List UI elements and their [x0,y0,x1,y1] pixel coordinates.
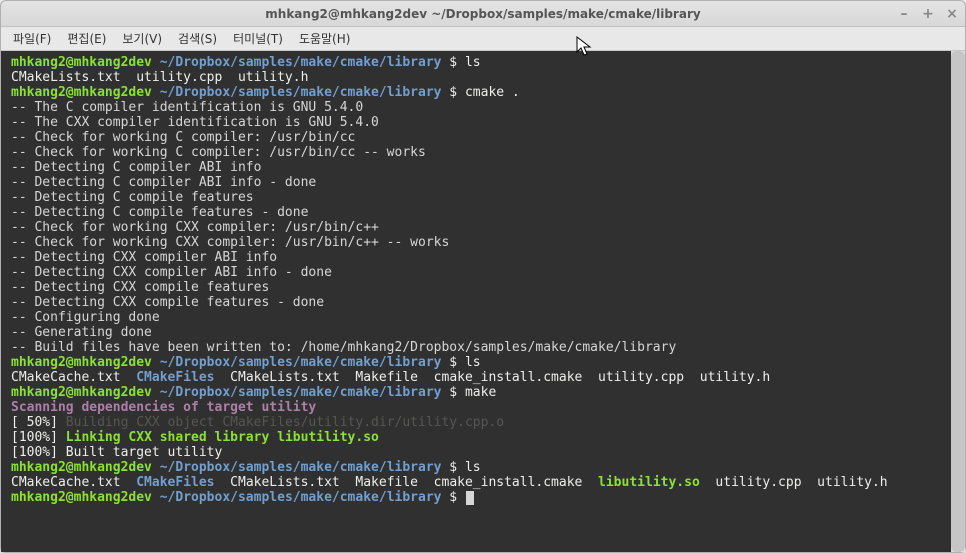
ls2-dir: CMakeFiles [136,370,214,385]
prompt-user: mhkang2@mhkang2dev [11,460,152,475]
prompt-user: mhkang2@mhkang2dev [11,55,152,70]
prompt-path: ~/Dropbox/samples/make/cmake/library [160,490,442,505]
cmake-line: -- Detecting CXX compile features - done [11,295,324,310]
terminal-cursor [466,491,474,505]
cmake-line: -- Detecting CXX compiler ABI info [11,250,277,265]
prompt-sep: $ [441,490,464,505]
minimize-button[interactable]: – [897,7,911,21]
cmake-line: -- Detecting CXX compiler ABI info - don… [11,265,332,280]
prompt-sep: $ [441,460,464,475]
ls3-pre: CMakeCache.txt [11,475,136,490]
cmake-line: -- Detecting CXX compile features [11,280,269,295]
terminal-area[interactable]: mhkang2@mhkang2dev ~/Dropbox/samples/mak… [1,51,951,552]
ls3-dir: CMakeFiles [136,475,214,490]
prompt-sep: $ [441,355,464,370]
cmake-line: -- Generating done [11,325,152,340]
cmd-make: make [465,385,496,400]
window-controls: – + × [897,1,959,27]
prompt-user: mhkang2@mhkang2dev [11,490,152,505]
prompt-path: ~/Dropbox/samples/make/cmake/library [160,460,442,475]
make-scan: Scanning dependencies of target utility [11,400,316,415]
cmake-line: -- Detecting C compiler ABI info - done [11,175,316,190]
cmake-line: -- The CXX compiler identification is GN… [11,115,379,130]
make-50-pfx: [ 50%] [11,415,66,430]
make-100a-pfx: [100%] [11,430,66,445]
ls3-post: utility.cpp utility.h [700,475,888,490]
ls1-output: CMakeLists.txt utility.cpp utility.h [11,70,308,85]
close-button[interactable]: × [945,7,959,21]
terminal-area-wrap: mhkang2@mhkang2dev ~/Dropbox/samples/mak… [1,51,965,552]
cmake-line: -- Check for working C compiler: /usr/bi… [11,130,355,145]
window-title: mhkang2@mhkang2dev ~/Dropbox/samples/mak… [265,7,700,21]
cmd-cmake: cmake . [465,85,520,100]
prompt-sep: $ [441,385,464,400]
cmd-ls3: ls [465,460,481,475]
menu-help[interactable]: 도움말(H) [293,28,357,49]
cmd-ls2: ls [465,355,481,370]
cmake-line: -- Check for working CXX compiler: /usr/… [11,235,449,250]
cmake-line: -- Detecting C compile features [11,190,254,205]
scrollbar-thumb[interactable] [951,51,965,552]
cmake-line: -- Build files have been written to: /ho… [11,340,676,355]
cmake-line: -- Configuring done [11,310,160,325]
cmake-line: -- Check for working CXX compiler: /usr/… [11,220,379,235]
prompt-user: mhkang2@mhkang2dev [11,355,152,370]
menu-search[interactable]: 검색(S) [172,28,223,49]
scrollbar[interactable] [951,51,965,552]
ls3-lib: libutility.so [598,475,700,490]
prompt-sep: $ [441,55,464,70]
cmake-line: -- Detecting C compile features - done [11,205,308,220]
ls2-pre: CMakeCache.txt [11,370,136,385]
prompt-path: ~/Dropbox/samples/make/cmake/library [160,55,442,70]
menu-terminal[interactable]: 터미널(T) [227,28,289,49]
menu-view[interactable]: 보기(V) [116,28,168,49]
cmake-line: -- The C compiler identification is GNU … [11,100,363,115]
cmake-line: -- Detecting C compiler ABI info [11,160,261,175]
prompt-user: mhkang2@mhkang2dev [11,385,152,400]
cmake-line: -- Check for working C compiler: /usr/bi… [11,145,426,160]
make-50-body: Building CXX object CMakeFiles/utility.d… [66,415,504,430]
menu-file[interactable]: 파일(F) [7,28,57,49]
prompt-path: ~/Dropbox/samples/make/cmake/library [160,85,442,100]
ls3-mid: CMakeLists.txt Makefile cmake_install.cm… [215,475,599,490]
make-100a-body: Linking CXX shared library libutility.so [66,430,379,445]
ls2-post: CMakeLists.txt Makefile cmake_install.cm… [215,370,771,385]
maximize-button[interactable]: + [921,7,935,21]
prompt-sep: $ [441,85,464,100]
prompt-path: ~/Dropbox/samples/make/cmake/library [160,385,442,400]
prompt-user: mhkang2@mhkang2dev [11,85,152,100]
prompt-path: ~/Dropbox/samples/make/cmake/library [160,355,442,370]
menubar: 파일(F) 편집(E) 보기(V) 검색(S) 터미널(T) 도움말(H) [1,27,965,51]
terminal-window: mhkang2@mhkang2dev ~/Dropbox/samples/mak… [0,0,966,553]
make-100b: [100%] Built target utility [11,445,222,460]
titlebar[interactable]: mhkang2@mhkang2dev ~/Dropbox/samples/mak… [1,1,965,27]
cmd-ls1: ls [465,55,481,70]
menu-edit[interactable]: 편집(E) [61,28,112,49]
